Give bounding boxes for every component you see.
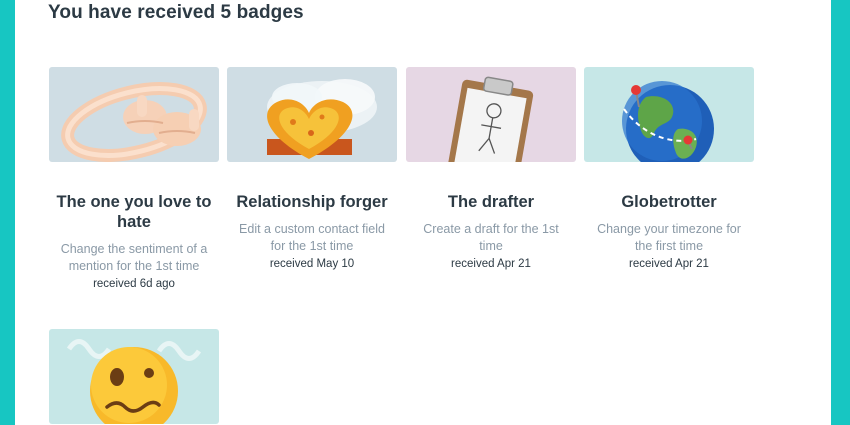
clipboard-icon [447,76,534,162]
badge-card[interactable]: Globetrotter Change your timezone for th… [584,67,754,272]
ring-thumbs-icon [61,82,207,162]
fire-heart-icon [267,79,377,159]
badge-thumbnail [227,67,397,162]
badge-description: Create a draft for the 1st time [423,222,559,253]
badge-title: Globetrotter [621,193,717,211]
badge-title: Relationship forger [236,193,388,211]
page-title: You have received 5 badges [48,2,304,23]
badge-description: Edit a custom contact field for the 1st … [239,222,385,253]
badge-description: Change your timezone for the first time [597,222,741,253]
badge-received-date: received Apr 21 [629,258,709,270]
badge-received-date: received May 10 [269,258,355,270]
badge-thumbnail [49,67,219,162]
badge-title: The drafter [447,193,535,211]
globe-icon [622,81,714,162]
badge-card[interactable]: The drafter Create a draft for the 1st t… [406,67,576,272]
badge-card[interactable] [49,329,219,424]
badge-thumbnail [406,67,576,162]
badge-thumbnail [584,67,754,162]
badge-description: Change the sentiment of a mention for th… [60,242,208,273]
badge-received-date: received Apr 21 [451,258,531,270]
badges-panel: You have received 5 badges The one you l… [15,0,831,425]
badge-card[interactable]: Relationship forger Edit a custom contac… [227,67,397,272]
badge-card[interactable]: The one you love to hate Change the sent… [49,67,219,292]
woozy-face-icon [66,339,202,424]
badge-received-date: received 6d ago [93,278,175,290]
badge-title: The one you love to hate [56,193,212,231]
badge-thumbnail [49,329,219,424]
